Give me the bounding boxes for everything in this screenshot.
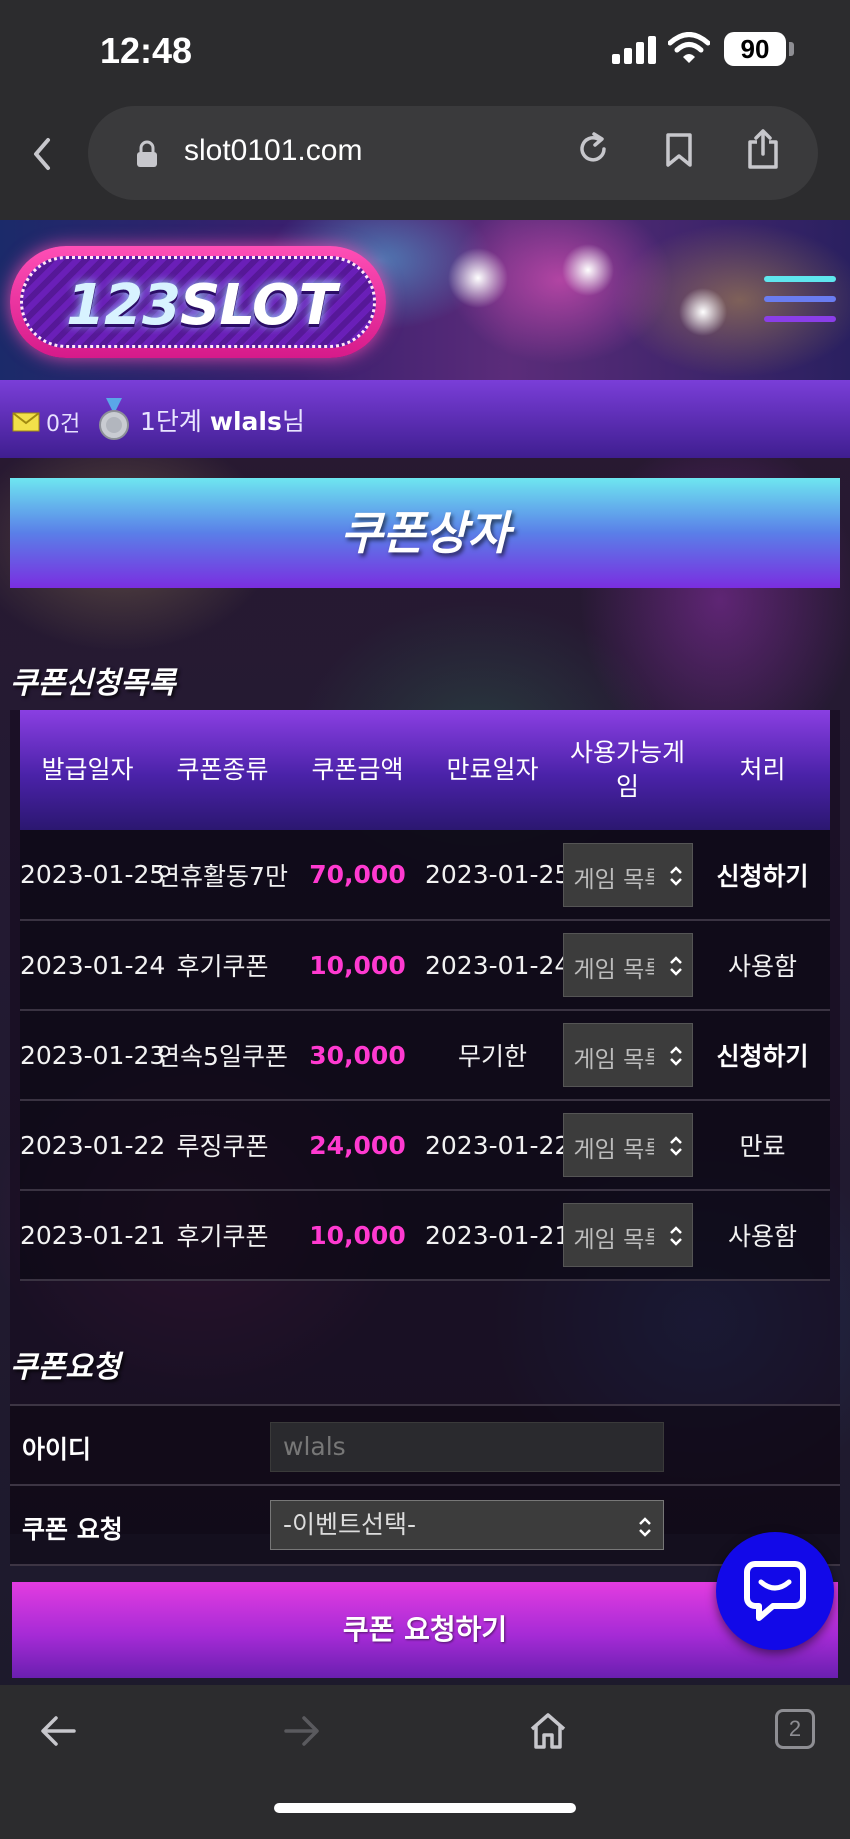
url-text: slot0101.com: [184, 134, 363, 167]
user-info-bar: 0건 1단계 wlals님: [0, 380, 850, 458]
expiry-date: 2023-01-24: [425, 950, 571, 980]
updown-chevron-icon: [669, 1226, 682, 1246]
site-header: 123SLOT: [0, 220, 850, 380]
share-icon[interactable]: [746, 128, 780, 170]
expiry-date: 2023-01-22: [425, 1130, 571, 1160]
cellular-signal-icon: [612, 36, 656, 64]
table-row: 2023-01-21 후기쿠폰 10,000 2023-01-21 게임 목록 …: [20, 1190, 830, 1280]
event-label: 쿠폰 요청: [22, 1515, 123, 1544]
game-list-select[interactable]: 게임 목록: [562, 1023, 693, 1087]
table-row: 2023-01-25 연휴활동7만 70,000 2023-01-25 게임 목…: [20, 830, 830, 920]
medal-icon: [99, 398, 129, 440]
id-label: 아이디: [22, 1435, 92, 1464]
column-header: 사용가능게임: [569, 738, 685, 801]
coupon-type: 연휴활동7만: [157, 861, 288, 891]
chat-button[interactable]: [716, 1532, 834, 1650]
event-select[interactable]: -이벤트선택-: [270, 1500, 664, 1550]
status-text: 사용함: [727, 1222, 797, 1251]
issued-date: 2023-01-23: [20, 1040, 166, 1070]
page-title-banner: 쿠폰상자: [10, 478, 840, 588]
status-bar: 12:48 90: [0, 0, 850, 100]
issued-date: 2023-01-25: [20, 860, 166, 889]
bookmark-icon[interactable]: [664, 132, 694, 168]
form-row-id: 아이디 wlals: [10, 1406, 840, 1486]
status-time: 12:48: [100, 30, 193, 71]
expiry-date: 2023-01-21: [425, 1220, 571, 1250]
table-row: 2023-01-22 루징쿠폰 24,000 2023-01-22 게임 목록 …: [20, 1100, 830, 1190]
nav-back-icon[interactable]: [38, 1711, 78, 1751]
chat-bubble-icon: [744, 1561, 806, 1621]
issued-date: 2023-01-21: [20, 1220, 166, 1250]
coupon-request-heading: 쿠폰요청: [10, 1350, 121, 1385]
coupon-type: 연속5일쿠폰: [157, 1042, 288, 1071]
status-text: 사용함: [727, 952, 797, 981]
home-icon[interactable]: [528, 1711, 568, 1751]
id-input[interactable]: wlals: [270, 1422, 664, 1472]
message-count[interactable]: 0건: [46, 406, 80, 438]
user-level: 1단계 wlals님: [140, 407, 305, 436]
game-list-select[interactable]: 게임 목록: [562, 1203, 693, 1267]
browser-back-icon[interactable]: [24, 134, 60, 174]
updown-chevron-icon: [669, 1046, 682, 1066]
battery-indicator: 90: [724, 32, 786, 66]
coupon-amount: 10,000: [309, 950, 406, 980]
browser-toolbar: slot0101.com: [0, 100, 850, 220]
home-indicator: [274, 1803, 576, 1813]
apply-button[interactable]: 신청하기: [695, 1010, 830, 1100]
coupon-type: 루징쿠폰: [176, 1132, 269, 1161]
form-row-event: 쿠폰 요청 -이벤트선택-: [10, 1486, 840, 1566]
apply-button[interactable]: 신청하기: [695, 830, 830, 920]
hamburger-menu-icon[interactable]: [764, 276, 836, 332]
updown-chevron-icon: [669, 1136, 682, 1156]
nav-forward-icon[interactable]: [282, 1711, 322, 1751]
column-header: 만료일자: [446, 755, 539, 785]
updown-chevron-icon: [639, 1517, 651, 1537]
battery-tip: [789, 42, 794, 56]
coupon-type: 후기쿠폰: [176, 952, 269, 981]
username: wlals: [209, 407, 282, 436]
updown-chevron-icon: [669, 956, 682, 976]
game-list-select[interactable]: 게임 목록: [562, 933, 693, 997]
coupon-list-heading: 쿠폰신청목록: [10, 666, 176, 701]
wifi-icon: [668, 32, 710, 63]
envelope-icon[interactable]: [12, 412, 40, 432]
game-list-select[interactable]: 게임 목록: [562, 842, 693, 907]
page-title: 쿠폰상자: [340, 506, 510, 560]
reload-icon[interactable]: [576, 132, 610, 166]
column-header: 쿠폰종류: [176, 755, 269, 785]
column-header: 처리: [739, 755, 786, 785]
coupon-request-form: 아이디 wlals 쿠폰 요청 -이벤트선택-: [10, 1404, 840, 1566]
coupon-type: 후기쿠폰: [176, 1222, 269, 1251]
site-logo[interactable]: 123SLOT: [10, 246, 386, 358]
coupon-amount: 70,000: [309, 860, 406, 889]
table-row: 2023-01-23 연속5일쿠폰 30,000 무기한 게임 목록 신청하기: [20, 1010, 830, 1100]
updown-chevron-icon: [669, 865, 682, 886]
table-row: 2023-01-24 후기쿠폰 10,000 2023-01-24 게임 목록 …: [20, 920, 830, 1010]
address-bar[interactable]: slot0101.com: [88, 106, 818, 200]
coupon-request-button[interactable]: 쿠폰 요청하기: [12, 1582, 838, 1678]
web-page: 123SLOT 0건 1단계 wlals님 쿠폰상자 쿠폰신청목록 발급일자 쿠…: [0, 220, 850, 1685]
lock-icon: [137, 140, 157, 167]
game-list-select[interactable]: 게임 목록: [562, 1113, 693, 1177]
table-header-row: 발급일자 쿠폰종류 쿠폰금액 만료일자 사용가능게임 처리: [20, 710, 830, 830]
status-text: 만료: [739, 1132, 786, 1161]
browser-bottom-toolbar: 2: [0, 1685, 850, 1839]
tabs-button[interactable]: 2: [775, 1709, 815, 1749]
issued-date: 2023-01-22: [20, 1130, 166, 1160]
column-header: 쿠폰금액: [311, 755, 404, 785]
expiry-date: 무기한: [457, 1042, 527, 1071]
expiry-date: 2023-01-25: [425, 860, 571, 889]
coupon-table: 발급일자 쿠폰종류 쿠폰금액 만료일자 사용가능게임 처리 2023-01-25…: [20, 710, 830, 1281]
coupon-amount: 10,000: [309, 1220, 406, 1250]
coupon-amount: 30,000: [309, 1040, 406, 1070]
issued-date: 2023-01-24: [20, 950, 166, 980]
coupon-amount: 24,000: [309, 1130, 406, 1160]
column-header: 발급일자: [41, 755, 134, 785]
